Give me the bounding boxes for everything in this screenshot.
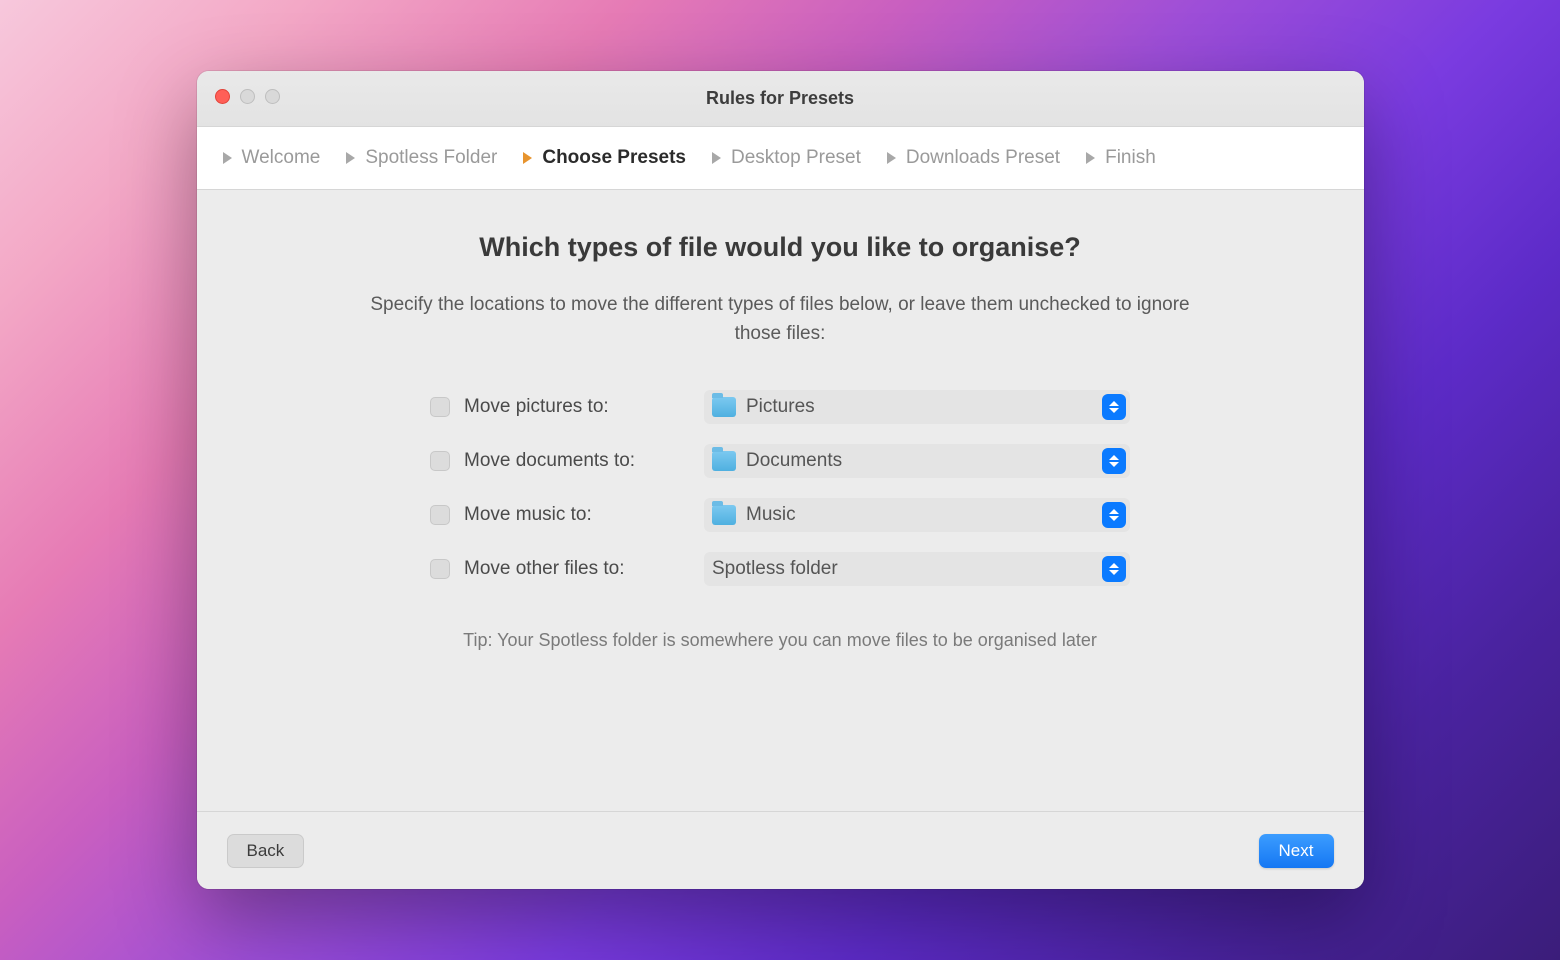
row-other: Move other files to: Spotless folder xyxy=(430,552,1130,586)
updown-icon[interactable] xyxy=(1102,556,1126,582)
checkbox-music[interactable] xyxy=(430,505,450,525)
step-label: Downloads Preset xyxy=(906,147,1060,169)
step-spotless-folder[interactable]: Spotless Folder xyxy=(346,147,497,169)
back-button[interactable]: Back xyxy=(227,834,305,868)
step-downloads-preset[interactable]: Downloads Preset xyxy=(887,147,1060,169)
step-label: Choose Presets xyxy=(542,147,686,169)
select-value: Music xyxy=(746,504,1102,526)
step-finish[interactable]: Finish xyxy=(1086,147,1156,169)
triangle-icon xyxy=(346,152,355,164)
page-heading: Which types of file would you like to or… xyxy=(247,232,1314,263)
row-label: Move other files to: xyxy=(464,558,704,580)
next-button[interactable]: Next xyxy=(1259,834,1334,868)
step-label: Finish xyxy=(1105,147,1156,169)
triangle-icon xyxy=(223,152,232,164)
select-value: Spotless folder xyxy=(712,558,1102,580)
footer: Back Next xyxy=(197,811,1364,889)
step-welcome[interactable]: Welcome xyxy=(223,147,321,169)
checkbox-pictures[interactable] xyxy=(430,397,450,417)
step-label: Welcome xyxy=(242,147,321,169)
traffic-lights xyxy=(215,89,280,104)
window-title: Rules for Presets xyxy=(706,88,854,109)
minimize-icon xyxy=(240,89,255,104)
folder-icon xyxy=(712,397,736,417)
select-other[interactable]: Spotless folder xyxy=(704,552,1130,586)
step-bar: Welcome Spotless Folder Choose Presets D… xyxy=(197,127,1364,190)
updown-icon[interactable] xyxy=(1102,448,1126,474)
tip-text: Tip: Your Spotless folder is somewhere y… xyxy=(247,630,1314,651)
select-value: Documents xyxy=(746,450,1102,472)
titlebar: Rules for Presets xyxy=(197,71,1364,127)
select-value: Pictures xyxy=(746,396,1102,418)
step-choose-presets[interactable]: Choose Presets xyxy=(523,147,686,169)
updown-icon[interactable] xyxy=(1102,502,1126,528)
select-music[interactable]: Music xyxy=(704,498,1130,532)
checkbox-other[interactable] xyxy=(430,559,450,579)
updown-icon[interactable] xyxy=(1102,394,1126,420)
select-documents[interactable]: Documents xyxy=(704,444,1130,478)
row-documents: Move documents to: Documents xyxy=(430,444,1130,478)
row-label: Move documents to: xyxy=(464,450,704,472)
triangle-icon xyxy=(712,152,721,164)
step-label: Spotless Folder xyxy=(365,147,497,169)
row-music: Move music to: Music xyxy=(430,498,1130,532)
zoom-icon xyxy=(265,89,280,104)
triangle-icon xyxy=(887,152,896,164)
file-type-rows: Move pictures to: Pictures Move document… xyxy=(430,390,1130,586)
folder-icon xyxy=(712,505,736,525)
step-desktop-preset[interactable]: Desktop Preset xyxy=(712,147,861,169)
select-pictures[interactable]: Pictures xyxy=(704,390,1130,424)
close-icon[interactable] xyxy=(215,89,230,104)
page-subtext: Specify the locations to move the differ… xyxy=(370,291,1190,348)
row-label: Move pictures to: xyxy=(464,396,704,418)
row-label: Move music to: xyxy=(464,504,704,526)
triangle-icon xyxy=(1086,152,1095,164)
content-area: Which types of file would you like to or… xyxy=(197,190,1364,811)
folder-icon xyxy=(712,451,736,471)
checkbox-documents[interactable] xyxy=(430,451,450,471)
triangle-icon xyxy=(523,152,532,164)
app-window: Rules for Presets Welcome Spotless Folde… xyxy=(197,71,1364,889)
row-pictures: Move pictures to: Pictures xyxy=(430,390,1130,424)
step-label: Desktop Preset xyxy=(731,147,861,169)
